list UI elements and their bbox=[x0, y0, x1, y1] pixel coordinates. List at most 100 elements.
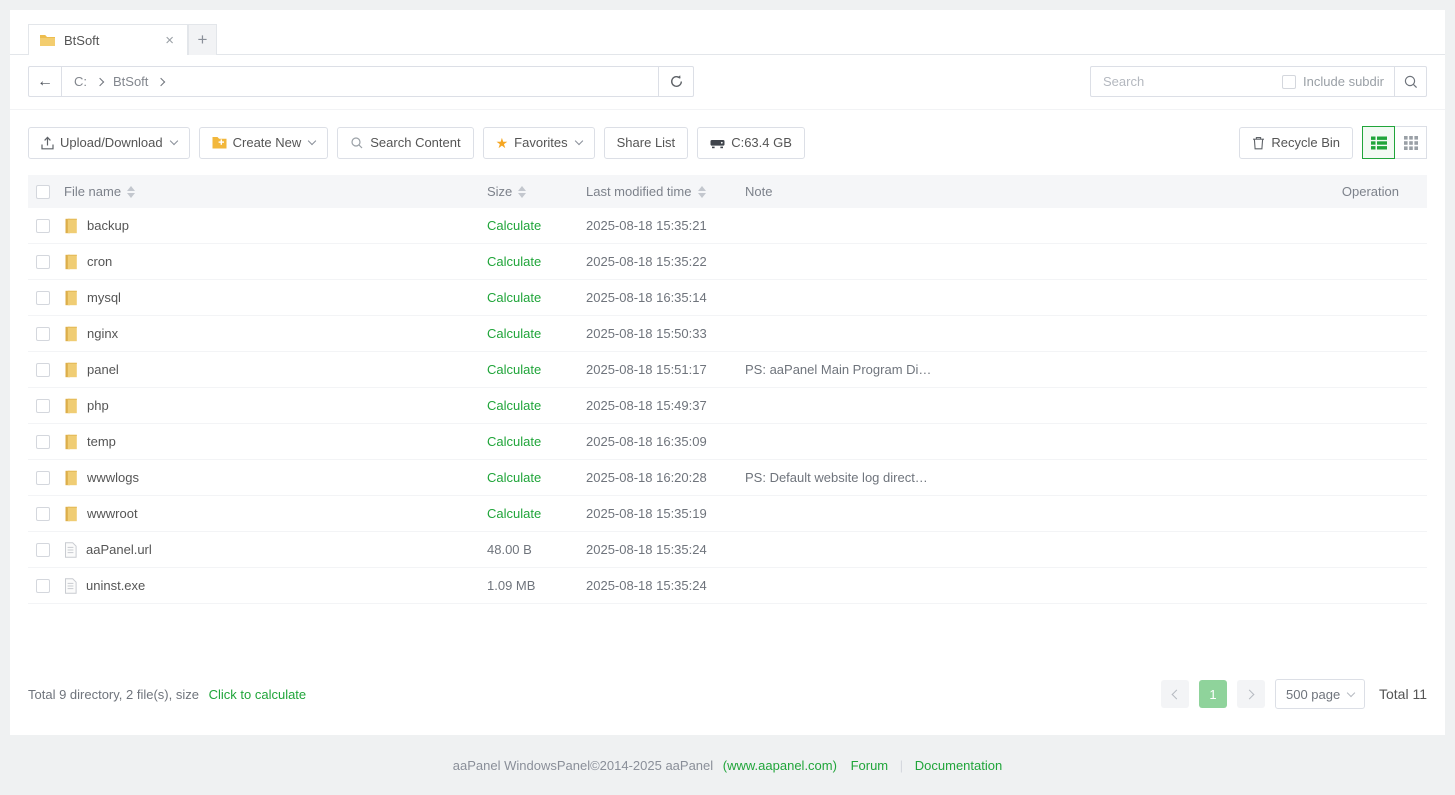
select-all-checkbox[interactable] bbox=[36, 185, 50, 199]
row-checkbox[interactable] bbox=[36, 291, 50, 305]
recycle-bin-button[interactable]: Recycle Bin bbox=[1239, 127, 1353, 159]
folder-icon bbox=[64, 362, 78, 378]
prev-page-button[interactable] bbox=[1161, 680, 1189, 708]
tab-label: BtSoft bbox=[64, 33, 162, 48]
refresh-icon bbox=[669, 74, 684, 89]
table-row[interactable]: panel Calculate 2025-08-18 15:51:17 PS: … bbox=[28, 352, 1427, 388]
upload-download-button[interactable]: Upload/Download bbox=[28, 127, 190, 159]
sort-icon[interactable] bbox=[127, 186, 135, 198]
totals-text: Total 9 directory, 2 file(s), size Click… bbox=[28, 687, 306, 702]
row-checkbox[interactable] bbox=[36, 543, 50, 557]
row-checkbox[interactable] bbox=[36, 435, 50, 449]
row-checkbox[interactable] bbox=[36, 399, 50, 413]
row-checkbox[interactable] bbox=[36, 507, 50, 521]
last-modified-time: 2025-08-18 16:35:09 bbox=[586, 434, 745, 449]
row-checkbox[interactable] bbox=[36, 579, 50, 593]
upload-icon bbox=[41, 136, 54, 150]
footer-divider: | bbox=[900, 758, 903, 773]
sort-icon[interactable] bbox=[518, 186, 526, 198]
chevron-left-icon bbox=[1172, 689, 1182, 699]
table-row[interactable]: mysql Calculate 2025-08-18 16:35:14 bbox=[28, 280, 1427, 316]
file-name[interactable]: php bbox=[87, 398, 109, 413]
file-size[interactable]: Calculate bbox=[487, 326, 586, 341]
row-checkbox[interactable] bbox=[36, 471, 50, 485]
table-row[interactable]: wwwlogs Calculate 2025-08-18 16:20:28 PS… bbox=[28, 460, 1427, 496]
search-input[interactable] bbox=[1101, 73, 1282, 90]
file-size[interactable]: Calculate bbox=[487, 398, 586, 413]
documentation-link[interactable]: Documentation bbox=[915, 758, 1002, 773]
last-modified-time: 2025-08-18 15:51:17 bbox=[586, 362, 745, 377]
site-link[interactable]: (www.aapanel.com) bbox=[723, 758, 837, 773]
table-row[interactable]: nginx Calculate 2025-08-18 15:50:33 bbox=[28, 316, 1427, 352]
row-checkbox[interactable] bbox=[36, 219, 50, 233]
forum-link[interactable]: Forum bbox=[851, 758, 889, 773]
row-checkbox[interactable] bbox=[36, 363, 50, 377]
grid-view-icon bbox=[1404, 136, 1418, 150]
table-row[interactable]: temp Calculate 2025-08-18 16:35:09 bbox=[28, 424, 1427, 460]
table-row[interactable]: backup Calculate 2025-08-18 15:35:21 bbox=[28, 208, 1427, 244]
total-count: Total 11 bbox=[1379, 686, 1427, 702]
header-file-name[interactable]: File name bbox=[64, 184, 487, 199]
folder-icon bbox=[64, 290, 78, 306]
close-icon[interactable]: × bbox=[162, 31, 177, 50]
trash-icon bbox=[1252, 136, 1265, 150]
upload-download-label: Upload/Download bbox=[60, 135, 163, 150]
header-last-modified[interactable]: Last modified time bbox=[586, 184, 745, 199]
breadcrumb-segment-folder[interactable]: BtSoft bbox=[111, 74, 150, 89]
row-checkbox[interactable] bbox=[36, 255, 50, 269]
file-size[interactable]: Calculate bbox=[487, 506, 586, 521]
table-row[interactable]: wwwroot Calculate 2025-08-18 15:35:19 bbox=[28, 496, 1427, 532]
file-name[interactable]: uninst.exe bbox=[86, 578, 145, 593]
favorites-button[interactable]: ★ Favorites bbox=[483, 127, 595, 159]
header-size[interactable]: Size bbox=[487, 184, 586, 199]
search-icon bbox=[350, 136, 364, 150]
search-content-button[interactable]: Search Content bbox=[337, 127, 473, 159]
file-name[interactable]: nginx bbox=[87, 326, 118, 341]
current-page-button[interactable]: 1 bbox=[1199, 680, 1227, 708]
page-size-select[interactable]: 500 page bbox=[1275, 679, 1365, 709]
refresh-button[interactable] bbox=[658, 66, 694, 97]
back-button[interactable]: ← bbox=[28, 66, 62, 97]
create-new-label: Create New bbox=[233, 135, 302, 150]
grid-view-button[interactable] bbox=[1394, 126, 1427, 159]
last-modified-time: 2025-08-18 15:35:22 bbox=[586, 254, 745, 269]
file-name[interactable]: aaPanel.url bbox=[86, 542, 152, 557]
sort-icon[interactable] bbox=[698, 186, 706, 198]
new-folder-icon bbox=[212, 136, 227, 149]
table-row[interactable]: cron Calculate 2025-08-18 15:35:22 bbox=[28, 244, 1427, 280]
share-list-button[interactable]: Share List bbox=[604, 127, 689, 159]
file-size[interactable]: Calculate bbox=[487, 218, 586, 233]
file-name[interactable]: wwwlogs bbox=[87, 470, 139, 485]
last-modified-time: 2025-08-18 15:35:21 bbox=[586, 218, 745, 233]
row-checkbox[interactable] bbox=[36, 327, 50, 341]
breadcrumb-segment-drive[interactable]: C: bbox=[72, 74, 89, 89]
table-row[interactable]: aaPanel.url 48.00 B 2025-08-18 15:35:24 bbox=[28, 532, 1427, 568]
search-button[interactable] bbox=[1394, 66, 1427, 97]
file-name[interactable]: cron bbox=[87, 254, 112, 269]
tab-btsoft[interactable]: BtSoft × bbox=[28, 24, 188, 55]
file-size[interactable]: Calculate bbox=[487, 254, 586, 269]
file-name[interactable]: panel bbox=[87, 362, 119, 377]
file-size[interactable]: Calculate bbox=[487, 470, 586, 485]
list-view-button[interactable] bbox=[1362, 126, 1395, 159]
file-name[interactable]: wwwroot bbox=[87, 506, 138, 521]
table-row[interactable]: php Calculate 2025-08-18 15:49:37 bbox=[28, 388, 1427, 424]
new-tab-button[interactable]: + bbox=[188, 24, 217, 55]
file-name[interactable]: temp bbox=[87, 434, 116, 449]
file-name[interactable]: mysql bbox=[87, 290, 121, 305]
folder-icon bbox=[64, 470, 78, 486]
click-to-calculate-link[interactable]: Click to calculate bbox=[209, 687, 307, 702]
view-toggle bbox=[1362, 126, 1427, 159]
file-name[interactable]: backup bbox=[87, 218, 129, 233]
create-new-button[interactable]: Create New bbox=[199, 127, 329, 159]
chevron-down-icon bbox=[169, 137, 177, 145]
include-subdir-checkbox[interactable] bbox=[1282, 75, 1296, 89]
file-size[interactable]: Calculate bbox=[487, 434, 586, 449]
file-size[interactable]: Calculate bbox=[487, 362, 586, 377]
include-subdir-option: Include subdir bbox=[1282, 74, 1384, 89]
breadcrumb[interactable]: C: BtSoft bbox=[61, 66, 659, 97]
disk-space-button[interactable]: C:63.4 GB bbox=[697, 127, 805, 159]
table-row[interactable]: uninst.exe 1.09 MB 2025-08-18 15:35:24 bbox=[28, 568, 1427, 604]
file-size[interactable]: Calculate bbox=[487, 290, 586, 305]
next-page-button[interactable] bbox=[1237, 680, 1265, 708]
